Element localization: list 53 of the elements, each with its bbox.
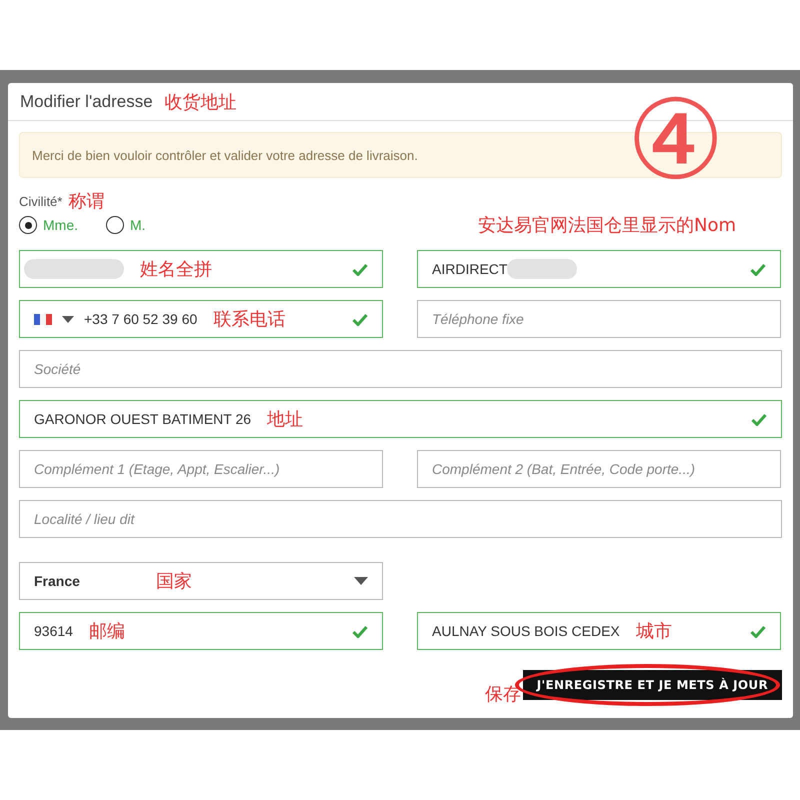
check-icon	[750, 262, 766, 276]
annotation-text: 城市	[636, 620, 672, 643]
annotation-text: 保存	[484, 683, 521, 706]
flag-icon[interactable]	[34, 314, 52, 324]
placeholder-text: Société	[34, 361, 81, 377]
placeholder-text: Téléphone fixe	[432, 311, 524, 327]
check-icon	[352, 312, 368, 326]
input-field[interactable]: Complément 2 (Bat, Entrée, Code porte...)	[417, 450, 781, 488]
save-button[interactable]: J'ENREGISTRE ET JE METS À JOUR	[522, 670, 782, 700]
input-field[interactable]: 93614 邮编	[19, 612, 383, 650]
placeholder-text: Complément 2 (Bat, Entrée, Code porte...)	[432, 461, 696, 477]
field-value: 93614	[34, 623, 73, 639]
input-field[interactable]: GARONOR OUEST BATIMENT 26 地址	[19, 400, 782, 438]
placeholder-text: Localité / lieu dit	[34, 511, 134, 527]
input-field[interactable]: +33 7 60 52 39 60 联系电话	[19, 300, 383, 338]
field-value: AIRDIRECT	[432, 261, 508, 277]
input-field[interactable]: AIRDIRECT	[417, 250, 781, 288]
annotation-text: 地址	[267, 408, 304, 431]
input-field[interactable]: Téléphone fixe	[417, 300, 781, 338]
radio-option[interactable]: Mme.	[19, 216, 78, 234]
field-value: GARONOR OUEST BATIMENT 26	[34, 411, 252, 427]
radio-label: M.	[130, 217, 146, 233]
check-icon	[751, 412, 767, 426]
radio-button[interactable]	[19, 216, 37, 234]
redaction-blur	[507, 259, 578, 279]
annotation-text: 收货地址	[164, 90, 237, 114]
input-field[interactable]: Complément 1 (Etage, Appt, Escalier...)	[19, 450, 383, 488]
radio-label: Mme.	[43, 217, 78, 233]
caret-icon[interactable]	[62, 316, 74, 322]
annotation-text: 邮编	[88, 620, 125, 643]
field-value: France	[34, 573, 80, 589]
check-icon	[352, 262, 368, 276]
field-value: +33 7 60 52 39 60	[84, 311, 198, 327]
placeholder-text: Complément 1 (Etage, Appt, Escalier...)	[34, 461, 280, 477]
annotation-text: 姓名全拼	[140, 258, 212, 281]
check-icon	[352, 624, 368, 638]
step-number-mark: ④	[626, 85, 725, 195]
annotation-text: 国家	[156, 570, 192, 593]
input-field[interactable]: AULNAY SOUS BOIS CEDEX 城市	[417, 612, 781, 650]
input-field[interactable]: Localité / lieu dit	[19, 500, 782, 538]
field-value: AULNAY SOUS BOIS CEDEX	[432, 623, 620, 639]
annotation-text: 联系电话	[213, 308, 286, 331]
modal-title: Modifier l'adresse	[20, 92, 153, 112]
annotation-text: 称谓	[68, 190, 104, 213]
input-field[interactable]: 姓名全拼	[19, 250, 383, 288]
radio-option[interactable]: M.	[106, 216, 146, 234]
annotation-text: 安达易官网法国仓里显示的Nom	[478, 214, 736, 237]
caret-icon	[354, 577, 368, 585]
civility-label: Civilité*	[19, 194, 62, 208]
check-icon	[750, 624, 766, 638]
input-field[interactable]: Société	[19, 350, 782, 388]
radio-button[interactable]	[106, 216, 124, 234]
country-select[interactable]: France 国家	[19, 562, 383, 600]
